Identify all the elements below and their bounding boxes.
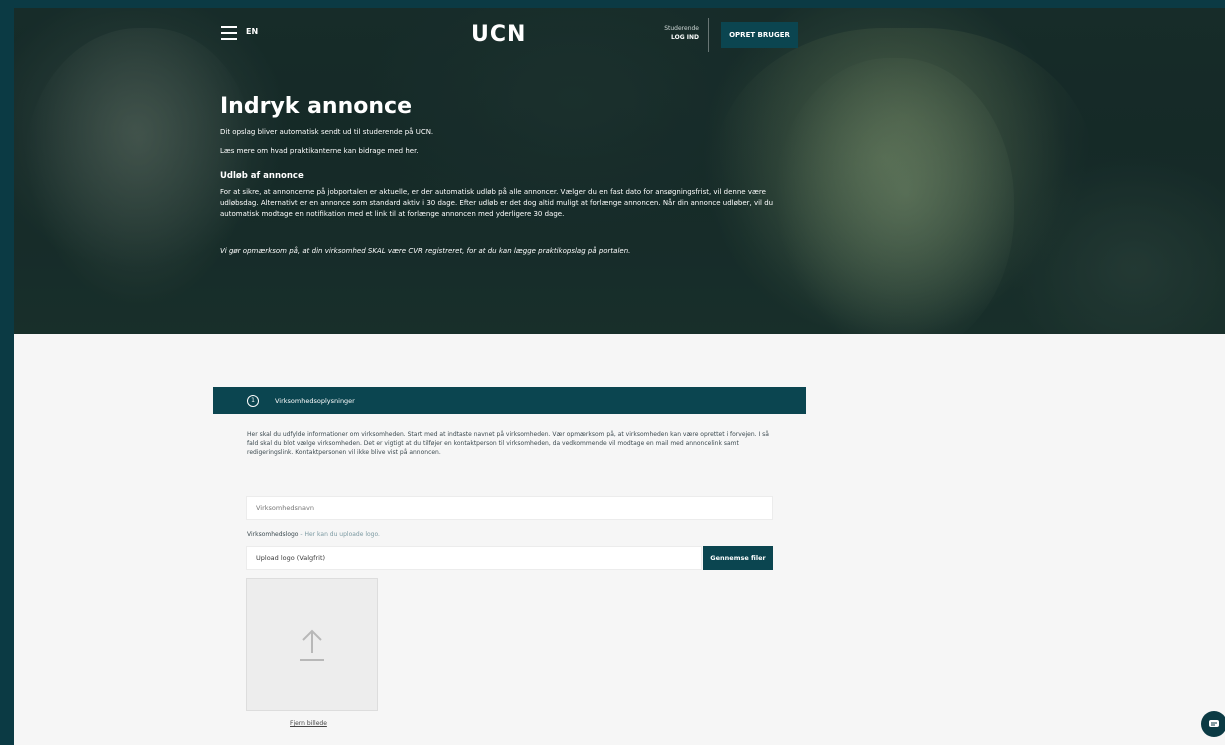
create-user-button[interactable]: OPRET BRUGER: [721, 22, 798, 48]
company-logo-label: Virksomhedslogo - Her kan du uploade log…: [247, 531, 380, 538]
company-name-input[interactable]: [246, 496, 773, 520]
expiry-text: For at sikre, at annoncerne på jobportal…: [220, 188, 774, 218]
page-title: Indryk annonce: [220, 94, 412, 119]
upload-logo-placeholder: Upload logo (Valgfrit): [256, 554, 326, 562]
login-label: Studerende: [664, 25, 699, 32]
hero-content: Indryk annonce Dit opslag bliver automat…: [220, 94, 820, 255]
page: EN UCN Studerende LOG IND OPRET BRUGER I…: [14, 8, 1225, 745]
upload-arrow-icon: [300, 629, 324, 661]
chat-button[interactable]: [1201, 711, 1225, 737]
expiry-heading: Udløb af annonce: [220, 171, 304, 181]
remove-image-link[interactable]: Fjern billede: [290, 720, 327, 727]
hero-line-1: Dit opslag bliver automatisk sendt ud ti…: [220, 128, 434, 136]
student-login-link[interactable]: Studerende LOG IND: [634, 24, 699, 42]
language-switch[interactable]: EN: [246, 27, 258, 36]
header-divider: [708, 18, 709, 52]
hero-line-2[interactable]: Læs mere om hvad praktikanterne kan bidr…: [220, 146, 820, 157]
hero-banner: EN UCN Studerende LOG IND OPRET BRUGER I…: [14, 8, 1225, 334]
browse-files-button[interactable]: Gennemse filer: [703, 546, 773, 570]
hamburger-icon[interactable]: [221, 26, 237, 40]
step-number-badge: 1: [247, 394, 259, 407]
upload-logo-field[interactable]: Upload logo (Valgfrit): [246, 546, 702, 570]
login-action: LOG IND: [671, 34, 699, 41]
step-header[interactable]: 1 Virksomhedsoplysninger: [213, 387, 806, 414]
chat-icon: [1209, 720, 1219, 727]
logo-label-text: Virksomhedslogo: [247, 531, 299, 538]
logo-label-hint: - Her kan du uploade logo.: [298, 531, 380, 538]
step-title: Virksomhedsoplysninger: [275, 396, 355, 405]
logo-dropzone[interactable]: [246, 578, 378, 711]
cvr-notice: Vi gør opmærksom på, at din virksomhed S…: [220, 247, 631, 255]
top-navigation: EN UCN Studerende LOG IND OPRET BRUGER: [14, 8, 1225, 68]
ucn-logo[interactable]: UCN: [471, 22, 526, 47]
step-intro-text: Her skal du udfylde informationer om vir…: [247, 431, 769, 456]
